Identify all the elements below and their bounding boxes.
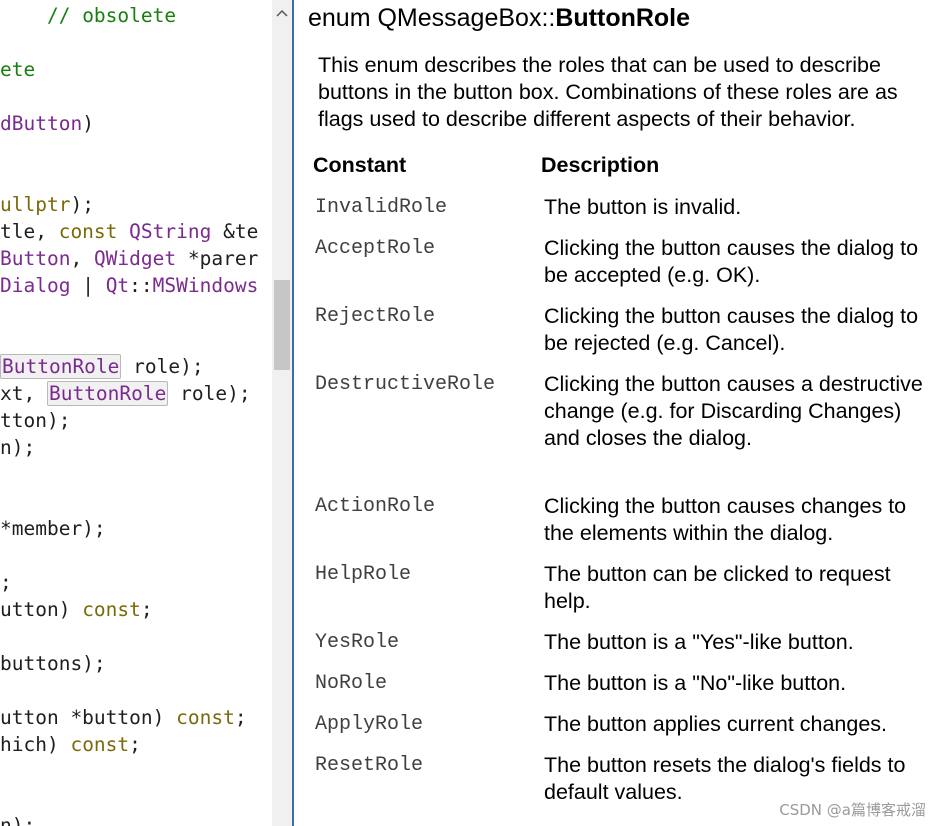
code-token: tle, xyxy=(0,220,59,243)
code-line: utton *button) const; xyxy=(0,704,247,731)
code-token: &te xyxy=(211,220,259,243)
code-token: | xyxy=(70,274,106,297)
enum-description: Clicking the button causes a destructive… xyxy=(544,372,923,450)
enum-constant: NoRole xyxy=(315,672,388,695)
code-line: ullptr); xyxy=(0,191,94,218)
enum-description: The button applies current changes. xyxy=(544,712,888,736)
enum-constant: ApplyRole xyxy=(315,713,424,736)
enum-description: Clicking the button causes the dialog to… xyxy=(544,304,919,355)
code-token: ullptr xyxy=(0,193,71,216)
scrollbar-thumb[interactable] xyxy=(274,280,290,370)
enum-constant: YesRole xyxy=(315,631,400,654)
code-reference-highlight: ButtonRole xyxy=(46,381,169,406)
help-description: This enum describes the roles that can b… xyxy=(318,53,898,131)
code-token: dButton xyxy=(0,112,83,135)
code-token: Dialog xyxy=(0,274,71,297)
column-header-constant: Constant xyxy=(313,153,407,177)
help-title: enum QMessageBox::ButtonRole xyxy=(308,4,690,33)
code-token: role); xyxy=(121,355,204,378)
code-token: // obsolete xyxy=(46,4,177,27)
code-line: n); xyxy=(0,434,35,461)
code-token: n); xyxy=(0,814,36,826)
enum-description: The button is a "Yes"-like button. xyxy=(544,630,854,654)
code-token: const xyxy=(58,220,118,243)
code-line: dButton) xyxy=(0,110,94,137)
scroll-up-icon[interactable] xyxy=(272,0,292,26)
code-line: tle, const QString &te xyxy=(0,218,258,245)
code-token: ); xyxy=(70,193,94,216)
code-token: utton *button) xyxy=(0,706,177,729)
code-line: tton); xyxy=(0,407,70,434)
code-token: QWidget xyxy=(93,247,177,270)
code-token: *parer xyxy=(176,247,259,270)
code-token: hich) xyxy=(0,733,71,756)
enum-constant: ResetRole xyxy=(315,754,424,777)
code-reference-highlight: ButtonRole xyxy=(0,354,122,379)
code-line: *member); xyxy=(0,515,106,542)
code-line: buttons); xyxy=(0,650,106,677)
code-token: MSWindows xyxy=(152,274,259,297)
enum-constant: HelpRole xyxy=(315,563,412,586)
code-line: Button, QWidget *parer xyxy=(0,245,258,272)
code-line: xt, ButtonRole role); xyxy=(0,380,251,407)
code-token: , xyxy=(70,247,94,270)
code-token: Qt xyxy=(105,274,130,297)
code-token: ete xyxy=(0,58,36,81)
code-token: *member); xyxy=(0,517,106,540)
editor-scrollbar[interactable] xyxy=(272,0,292,826)
column-header-description: Description xyxy=(541,153,660,177)
enum-constant: AcceptRole xyxy=(315,237,436,260)
code-token: ; xyxy=(129,733,141,756)
code-token: Button xyxy=(0,247,71,270)
code-token: buttons); xyxy=(0,652,106,675)
code-token: ; xyxy=(234,706,247,729)
code-line: ButtonRole role); xyxy=(0,353,204,380)
enum-description: The button can be clicked to request hel… xyxy=(544,562,891,613)
code-line: hich) const; xyxy=(0,731,141,758)
enum-constant: RejectRole xyxy=(315,305,436,328)
code-line: n); xyxy=(0,812,35,826)
code-token: ; xyxy=(0,571,12,594)
help-title-name: ButtonRole xyxy=(555,4,691,32)
code-token: xt, xyxy=(0,382,47,405)
code-token: ) xyxy=(82,112,94,135)
code-token: const xyxy=(82,598,141,621)
code-line: utton) const; xyxy=(0,596,153,623)
code-token: :: xyxy=(129,274,153,297)
code-line: Dialog | Qt::MSWindows xyxy=(0,272,258,299)
enum-description: Clicking the button causes the dialog to… xyxy=(544,236,919,287)
enum-constant: ActionRole xyxy=(315,495,436,518)
help-panel: enum QMessageBox::ButtonRole This enum d… xyxy=(294,0,932,826)
enum-description: The button is a "No"-like button. xyxy=(544,671,847,695)
code-line: ete xyxy=(0,56,35,83)
help-title-prefix: enum QMessageBox:: xyxy=(308,4,556,32)
code-editor[interactable]: // obsolete ete dButton) ullptr); tle, const… xyxy=(0,0,272,826)
code-line: ; xyxy=(0,569,12,596)
enum-description: The button is invalid. xyxy=(544,195,742,219)
code-token: tton); xyxy=(0,409,71,432)
enum-constant: InvalidRole xyxy=(315,196,448,219)
code-token: QString xyxy=(129,220,212,243)
enum-description: The button resets the dialog's fields to… xyxy=(544,753,906,804)
code-token: role); xyxy=(168,382,251,405)
code-token: n); xyxy=(0,436,36,459)
code-token: utton) xyxy=(0,598,83,621)
watermark: CSDN @a篇博客戒溜 xyxy=(779,801,926,819)
code-token: const xyxy=(176,706,235,729)
enum-description: Clicking the button causes changes to th… xyxy=(544,494,907,545)
code-token: ; xyxy=(140,598,153,621)
code-line: // obsolete xyxy=(0,2,176,29)
enum-constant: DestructiveRole xyxy=(315,373,496,396)
code-token: const xyxy=(70,733,130,756)
